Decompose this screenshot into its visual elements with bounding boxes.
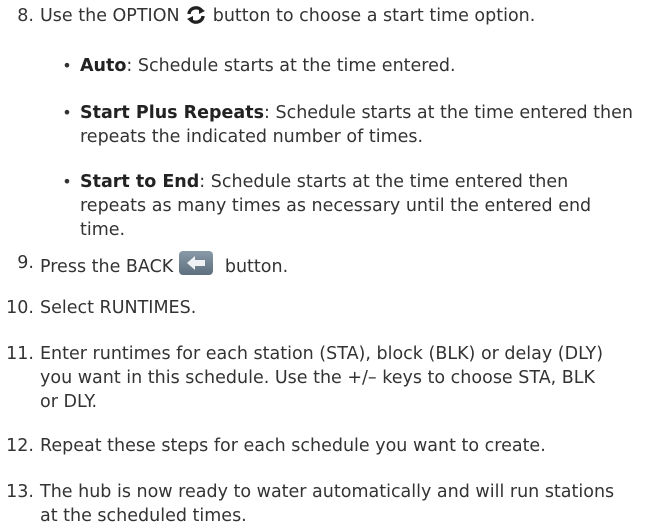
option-description-line: repeats the indicated number of times. <box>80 127 424 147</box>
step-number: 10. <box>6 298 34 318</box>
step-text: Select RUNTIMES. <box>40 298 197 318</box>
option-term: Auto <box>80 56 127 76</box>
step-number: 13. <box>6 482 34 502</box>
step-number: 8. <box>17 6 34 26</box>
step-text-line: you want in this schedule. Use the +/– k… <box>40 368 596 388</box>
bullet: • <box>62 103 72 122</box>
option-description: : Schedule starts at the time entered th… <box>199 172 569 192</box>
step-text: Press the BACK <box>40 257 174 277</box>
bullet: • <box>62 172 72 191</box>
back-arrow-icon <box>179 251 214 275</box>
option-cycle-icon <box>185 5 207 32</box>
step-text: Repeat these steps for each schedule you… <box>40 436 546 456</box>
bullet: • <box>62 56 72 75</box>
instruction-page: 8. Use the OPTION button to choose a sta… <box>0 0 665 529</box>
option-description: : Schedule starts at the time entered th… <box>264 103 633 123</box>
step-text-continued: button to choose a start time option. <box>207 6 536 26</box>
step-text-continued: button. <box>219 257 289 277</box>
option-description-line: repeats as many times as necessary until… <box>80 196 592 216</box>
step-number: 11. <box>6 344 34 364</box>
step-number: 9. <box>17 253 34 273</box>
option-description-line: time. <box>80 220 126 240</box>
step-text: Use the OPTION <box>40 6 180 26</box>
option-description: : Schedule starts at the time entered. <box>126 56 456 76</box>
step-text: The hub is now ready to water automatica… <box>40 482 615 502</box>
step-number: 12. <box>6 436 34 456</box>
option-term: Start Plus Repeats <box>80 103 264 123</box>
step-text: Enter runtimes for each station (STA), b… <box>40 344 604 364</box>
step-text-line: at the scheduled times. <box>40 506 247 526</box>
step-text-line: or DLY. <box>40 392 98 412</box>
option-term: Start to End <box>80 172 200 192</box>
